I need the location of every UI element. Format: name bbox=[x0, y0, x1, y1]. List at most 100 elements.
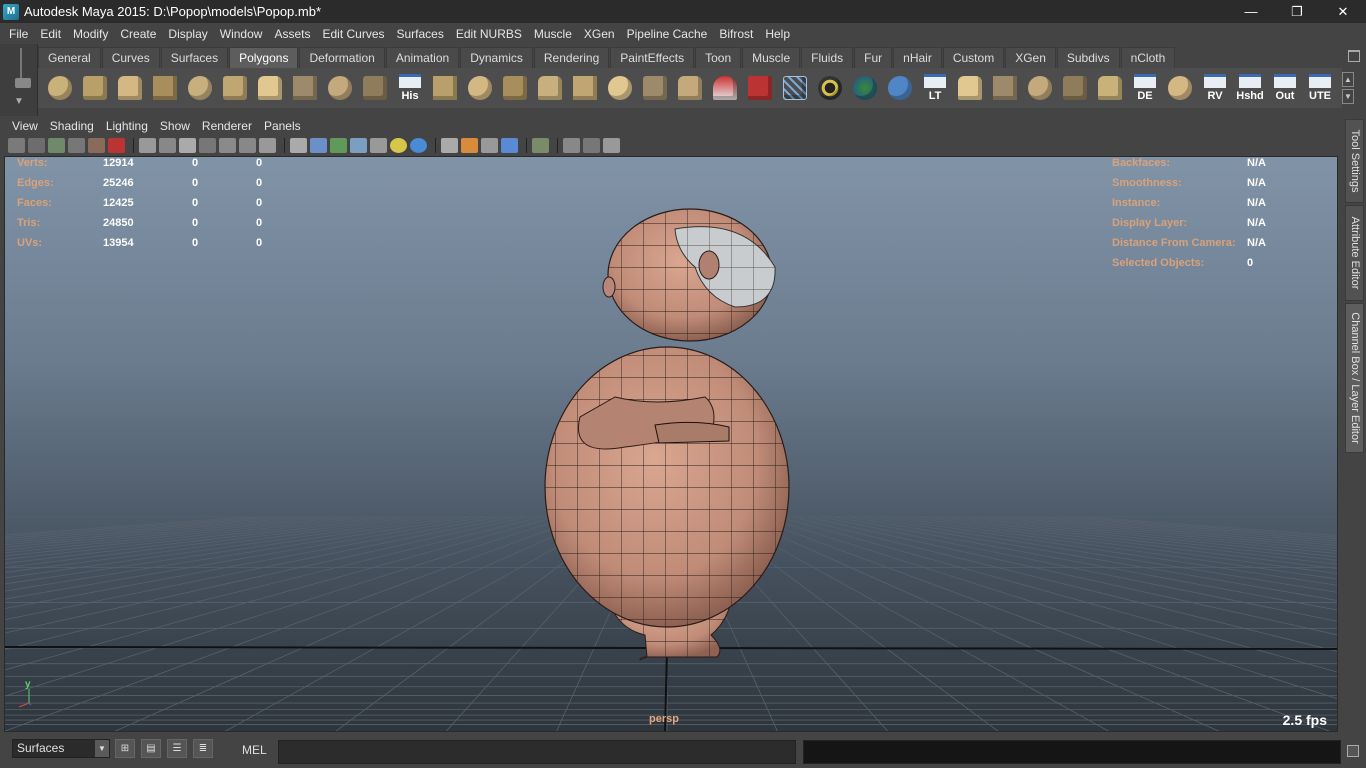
bevel-icon[interactable] bbox=[674, 72, 706, 104]
shelf-tab-menu-icon[interactable]: ▼ bbox=[14, 96, 24, 107]
create-polygon-icon[interactable] bbox=[324, 72, 356, 104]
image-plane-icon[interactable] bbox=[68, 138, 85, 153]
shelf-tab-dynamics[interactable]: Dynamics bbox=[460, 47, 533, 68]
shelf-tab-custom[interactable]: Custom bbox=[942, 47, 1005, 68]
chevron-down-icon[interactable]: ▼ bbox=[95, 740, 109, 757]
motion-blur-icon[interactable] bbox=[461, 138, 478, 153]
history-icon[interactable]: His bbox=[394, 72, 426, 104]
shelf-tab-general[interactable]: General bbox=[38, 47, 101, 68]
field-chart-icon[interactable] bbox=[219, 138, 236, 153]
offset-edge-loop-icon[interactable] bbox=[604, 72, 636, 104]
hshd-icon[interactable]: Hshd bbox=[1234, 72, 1266, 104]
depth-of-field-icon[interactable] bbox=[501, 138, 518, 153]
shelf-tab-curves[interactable]: Curves bbox=[101, 47, 160, 68]
persp-viewport[interactable]: Verts: 12914 0 0 Edges: 25246 0 0 Faces: 12425 0 0 T… bbox=[4, 156, 1338, 732]
shelf-tab-xgen[interactable]: XGen bbox=[1005, 47, 1056, 68]
uv-map-d-icon[interactable] bbox=[1059, 72, 1091, 104]
grease-pencil-icon[interactable] bbox=[88, 138, 105, 153]
attribute-editor-tab[interactable]: Attribute Editor bbox=[1345, 205, 1364, 301]
viewport-menu-lighting[interactable]: Lighting bbox=[100, 119, 154, 133]
shelf-menu-icon[interactable] bbox=[15, 78, 31, 88]
viewport-menu-view[interactable]: View bbox=[6, 119, 44, 133]
target-icon[interactable] bbox=[814, 72, 846, 104]
shelf-tab-animation[interactable]: Animation bbox=[385, 47, 460, 68]
uv-map-b-icon[interactable] bbox=[989, 72, 1021, 104]
shelf-tab-painteffects[interactable]: PaintEffects bbox=[610, 47, 695, 68]
textured-icon[interactable] bbox=[370, 138, 387, 153]
poly-cone-icon[interactable] bbox=[149, 72, 181, 104]
viewport-menu-shading[interactable]: Shading bbox=[44, 119, 100, 133]
rv-icon[interactable]: RV bbox=[1199, 72, 1231, 104]
shelf-tab-fluids[interactable]: Fluids bbox=[801, 47, 854, 68]
trash-icon[interactable] bbox=[1348, 50, 1360, 62]
poly-sphere-icon[interactable] bbox=[44, 72, 76, 104]
channel-box-tab[interactable]: Channel Box / Layer Editor bbox=[1345, 303, 1364, 453]
uv-map-c-icon[interactable] bbox=[1024, 72, 1056, 104]
two-d-pan-icon[interactable] bbox=[108, 138, 125, 153]
poly-pipe-icon[interactable] bbox=[289, 72, 321, 104]
shelf-tab-muscle[interactable]: Muscle bbox=[742, 47, 801, 68]
uv-map-a-icon[interactable] bbox=[954, 72, 986, 104]
default-material-icon[interactable] bbox=[350, 138, 367, 153]
snap-toggle-icon[interactable]: ⊞ bbox=[115, 739, 135, 758]
popop-character-model[interactable] bbox=[544, 208, 790, 660]
gate-mask-icon[interactable] bbox=[199, 138, 216, 153]
split-icon[interactable] bbox=[534, 72, 566, 104]
out-icon[interactable]: Out bbox=[1269, 72, 1301, 104]
smooth-icon[interactable] bbox=[359, 72, 391, 104]
de-icon[interactable]: DE bbox=[1129, 72, 1161, 104]
menu-modify[interactable]: Modify bbox=[67, 27, 114, 41]
maximize-button[interactable]: ❐ bbox=[1274, 0, 1320, 23]
menu-create[interactable]: Create bbox=[114, 27, 162, 41]
shelf-tab-ncloth[interactable]: nCloth bbox=[1120, 47, 1176, 68]
menu-pipeline-cache[interactable]: Pipeline Cache bbox=[621, 27, 714, 41]
menu-set-select[interactable]: Surfaces ▼ bbox=[12, 739, 110, 758]
shelf-tab-fur[interactable]: Fur bbox=[854, 47, 893, 68]
tool-settings-tab[interactable]: Tool Settings bbox=[1345, 119, 1364, 203]
menu-surfaces[interactable]: Surfaces bbox=[391, 27, 450, 41]
shelf-tab-subdivs[interactable]: Subdivs bbox=[1056, 47, 1120, 68]
grid-icon[interactable] bbox=[139, 138, 156, 153]
paint-icon[interactable] bbox=[744, 72, 776, 104]
ute-icon[interactable]: UTE bbox=[1304, 72, 1336, 104]
menu-edit[interactable]: Edit bbox=[34, 27, 67, 41]
shelf-tab-toon[interactable]: Toon bbox=[695, 47, 742, 68]
ambient-occlusion-icon[interactable] bbox=[441, 138, 458, 153]
shelf-tab-surfaces[interactable]: Surfaces bbox=[160, 47, 229, 68]
close-button[interactable]: ✕ bbox=[1320, 0, 1366, 23]
smooth-shade-icon[interactable] bbox=[310, 138, 327, 153]
bookmark-icon[interactable] bbox=[48, 138, 65, 153]
script-editor-icon[interactable]: ▤ bbox=[141, 739, 161, 758]
xray-joints-icon[interactable] bbox=[583, 138, 600, 153]
lt-icon[interactable]: LT bbox=[919, 72, 951, 104]
scroll-up-icon[interactable]: ▲ bbox=[1342, 72, 1354, 87]
safe-title-icon[interactable] bbox=[259, 138, 276, 153]
shelf-tab-deformation[interactable]: Deformation bbox=[299, 47, 385, 68]
menu-xgen[interactable]: XGen bbox=[578, 27, 621, 41]
bridge-icon[interactable] bbox=[464, 72, 496, 104]
scroll-down-icon[interactable]: ▼ bbox=[1342, 89, 1354, 104]
poly-pyramid-icon[interactable] bbox=[254, 72, 286, 104]
sculpt-icon[interactable] bbox=[709, 72, 741, 104]
menu-muscle[interactable]: Muscle bbox=[528, 27, 578, 41]
command-language-label[interactable]: MEL bbox=[242, 743, 267, 757]
wireframe-icon[interactable] bbox=[290, 138, 307, 153]
extrude-icon[interactable] bbox=[429, 72, 461, 104]
menu-help[interactable]: Help bbox=[759, 27, 796, 41]
hypershade-icon[interactable]: ≣ bbox=[193, 739, 213, 758]
wireframe-on-shaded-icon[interactable] bbox=[330, 138, 347, 153]
poly-plane-icon[interactable] bbox=[184, 72, 216, 104]
command-input[interactable] bbox=[278, 740, 796, 764]
globe-icon[interactable] bbox=[849, 72, 881, 104]
menu-file[interactable]: File bbox=[3, 27, 34, 41]
shelf-scroll[interactable]: ▲ ▼ bbox=[1342, 72, 1356, 106]
menu-bifrost[interactable]: Bifrost bbox=[713, 27, 759, 41]
resolution-gate-icon[interactable] bbox=[179, 138, 196, 153]
hud-toggle-icon[interactable] bbox=[603, 138, 620, 153]
outliner-icon[interactable]: ☰ bbox=[167, 739, 187, 758]
wireframe-cage-icon[interactable] bbox=[779, 72, 811, 104]
menu-edit-curves[interactable]: Edit Curves bbox=[316, 27, 390, 41]
script-editor-button-icon[interactable] bbox=[1347, 745, 1359, 757]
xray-icon[interactable] bbox=[563, 138, 580, 153]
camera-attributes-icon[interactable] bbox=[28, 138, 45, 153]
